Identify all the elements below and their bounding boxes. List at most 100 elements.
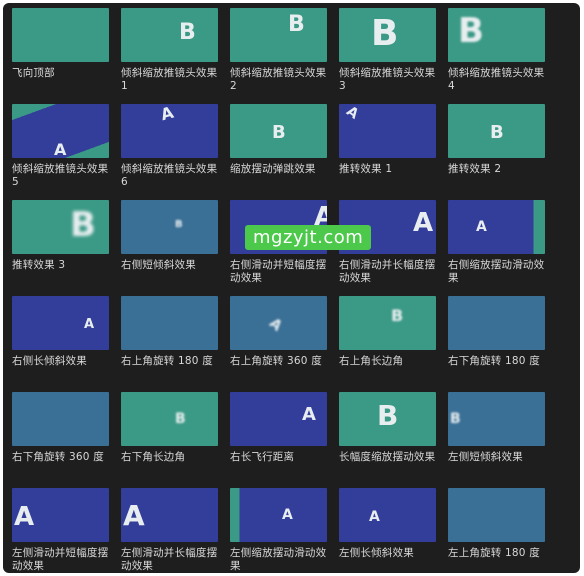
preview-glyph: B xyxy=(377,399,399,432)
preview-glyph: A xyxy=(84,317,95,332)
effect-item[interactable]: 飞向顶部 xyxy=(12,8,109,104)
effect-thumbnail[interactable]: A xyxy=(230,296,327,350)
effect-item[interactable]: B 右上角长边角 xyxy=(339,296,436,392)
effect-label: 右下角旋转 360 度 xyxy=(12,451,104,463)
effect-thumbnail[interactable] xyxy=(12,8,109,62)
effect-label: 飞向顶部 xyxy=(12,67,55,79)
effect-thumbnail[interactable] xyxy=(121,296,218,350)
effect-label: 倾斜缩放推镜头效果 4 xyxy=(448,67,545,92)
effect-item[interactable]: B 右下角长边角 xyxy=(121,392,218,488)
effect-thumbnail[interactable]: B xyxy=(339,296,436,350)
effect-item[interactable]: B 倾斜缩放推镜头效果 3 xyxy=(339,8,436,104)
effect-label: 右上角旋转 180 度 xyxy=(121,355,213,367)
effect-label: 左侧长倾斜效果 xyxy=(339,547,414,559)
effect-label: 推转效果 1 xyxy=(339,163,393,175)
effect-thumbnail[interactable] xyxy=(448,488,545,542)
preview-glyph: A xyxy=(282,507,293,523)
effect-item[interactable]: A 左侧缩放摆动滑动效果 xyxy=(230,488,327,573)
effect-thumbnail[interactable]: A xyxy=(12,104,109,158)
preview-glyph: B xyxy=(450,411,461,427)
effect-item[interactable]: A 推转效果 1 xyxy=(339,104,436,200)
effect-item[interactable]: A 右侧长倾斜效果 xyxy=(12,296,109,392)
effect-item[interactable]: 右下角旋转 180 度 xyxy=(448,296,545,392)
effect-item[interactable]: B 长幅度缩放摆动效果 xyxy=(339,392,436,488)
effect-label: 推转效果 3 xyxy=(12,259,66,271)
effect-item[interactable]: 左上角旋转 180 度 xyxy=(448,488,545,573)
effect-label: 右长飞行距离 xyxy=(230,451,295,463)
effect-thumbnail[interactable]: B xyxy=(12,200,109,254)
effect-item[interactable]: 右下角旋转 360 度 xyxy=(12,392,109,488)
effect-label: 右下角长边角 xyxy=(121,451,186,463)
effects-grid: 飞向顶部 B 倾斜缩放推镜头效果 1 B 倾斜缩放推镜头效果 2 B 倾斜缩放推镜头效果 3… xyxy=(12,8,545,573)
effect-label: 倾斜缩放推镜头效果 3 xyxy=(339,67,436,92)
effect-label: 倾斜缩放推镜头效果 6 xyxy=(121,163,218,188)
effect-thumbnail[interactable] xyxy=(12,392,109,446)
effect-thumbnail[interactable]: A xyxy=(339,104,436,158)
effect-item[interactable]: B 倾斜缩放推镜头效果 1 xyxy=(121,8,218,104)
effect-item[interactable]: B 右侧短倾斜效果 xyxy=(121,200,218,296)
effect-label: 右上角旋转 360 度 xyxy=(230,355,322,367)
effect-thumbnail[interactable]: A xyxy=(121,488,218,542)
preview-glyph: A xyxy=(369,509,380,525)
effect-item[interactable]: A 左侧滑动并长幅度摆动效果 xyxy=(121,488,218,573)
effect-thumbnail[interactable]: A xyxy=(12,296,109,350)
preview-glyph: B xyxy=(272,122,286,143)
preview-glyph: A xyxy=(266,315,285,335)
effect-thumbnail[interactable]: B xyxy=(339,8,436,62)
preview-glyph: B xyxy=(179,20,196,45)
preview-glyph: B xyxy=(288,12,305,37)
effect-item[interactable]: A 右长飞行距离 xyxy=(230,392,327,488)
preview-glyph: A xyxy=(54,140,67,158)
effect-thumbnail[interactable]: B xyxy=(339,392,436,446)
preview-glyph: A xyxy=(123,499,145,532)
effect-item[interactable]: A 右侧缩放摆动滑动效果 xyxy=(448,200,545,296)
preview-glyph: A xyxy=(413,208,434,238)
effect-label: 倾斜缩放推镜头效果 2 xyxy=(230,67,327,92)
effect-label: 倾斜缩放推镜头效果 5 xyxy=(12,163,109,188)
effect-item[interactable]: A 右上角旋转 360 度 xyxy=(230,296,327,392)
effect-item[interactable]: A 左侧滑动并短幅度摆动效果 xyxy=(12,488,109,573)
effect-thumbnail[interactable]: A xyxy=(339,488,436,542)
preview-glyph: B xyxy=(175,411,186,427)
preview-glyph: A xyxy=(302,404,316,425)
effect-thumbnail[interactable]: A xyxy=(230,488,327,542)
effect-label: 右上角长边角 xyxy=(339,355,404,367)
preview-glyph: A xyxy=(158,104,176,125)
effect-label: 缩放摆动弹跳效果 xyxy=(230,163,316,175)
effect-thumbnail[interactable]: B xyxy=(230,8,327,62)
effect-thumbnail[interactable]: B xyxy=(230,104,327,158)
preview-glyph: A xyxy=(14,502,35,532)
effect-label: 左上角旋转 180 度 xyxy=(448,547,540,559)
effect-item[interactable]: A 左侧长倾斜效果 xyxy=(339,488,436,573)
preview-glyph: B xyxy=(70,205,96,245)
effect-item[interactable]: B 推转效果 2 xyxy=(448,104,545,200)
effect-label: 推转效果 2 xyxy=(448,163,502,175)
effect-thumbnail[interactable]: A xyxy=(230,392,327,446)
preview-glyph: B xyxy=(458,11,484,51)
effect-thumbnail[interactable]: B xyxy=(448,8,545,62)
effect-item[interactable]: B 缩放摆动弹跳效果 xyxy=(230,104,327,200)
effect-item[interactable]: B 推转效果 3 xyxy=(12,200,109,296)
effect-label: 右侧滑动并长幅度摆动效果 xyxy=(339,259,436,284)
effect-label: 右侧短倾斜效果 xyxy=(121,259,196,271)
effect-item[interactable]: B 左侧短倾斜效果 xyxy=(448,392,545,488)
effect-thumbnail[interactable]: B xyxy=(448,392,545,446)
effect-label: 右侧滑动并短幅度摆动效果 xyxy=(230,259,327,284)
effect-item[interactable]: B 倾斜缩放推镜头效果 2 xyxy=(230,8,327,104)
effect-thumbnail[interactable]: B xyxy=(121,8,218,62)
effect-thumbnail[interactable]: B xyxy=(121,200,218,254)
effect-item[interactable]: B 倾斜缩放推镜头效果 4 xyxy=(448,8,545,104)
effect-thumbnail[interactable]: B xyxy=(121,392,218,446)
effect-thumbnail[interactable]: A xyxy=(448,200,545,254)
effect-thumbnail[interactable] xyxy=(448,296,545,350)
preview-glyph: B xyxy=(371,13,399,54)
effect-item[interactable]: 右上角旋转 180 度 xyxy=(121,296,218,392)
preview-glyph: A xyxy=(476,219,487,235)
effect-thumbnail[interactable]: A xyxy=(121,104,218,158)
effect-label: 右侧长倾斜效果 xyxy=(12,355,87,367)
effect-label: 左侧滑动并长幅度摆动效果 xyxy=(121,547,218,572)
effect-item[interactable]: A 倾斜缩放推镜头效果 5 xyxy=(12,104,109,200)
effect-thumbnail[interactable]: A xyxy=(12,488,109,542)
effect-item[interactable]: A 倾斜缩放推镜头效果 6 xyxy=(121,104,218,200)
effect-thumbnail[interactable]: B xyxy=(448,104,545,158)
